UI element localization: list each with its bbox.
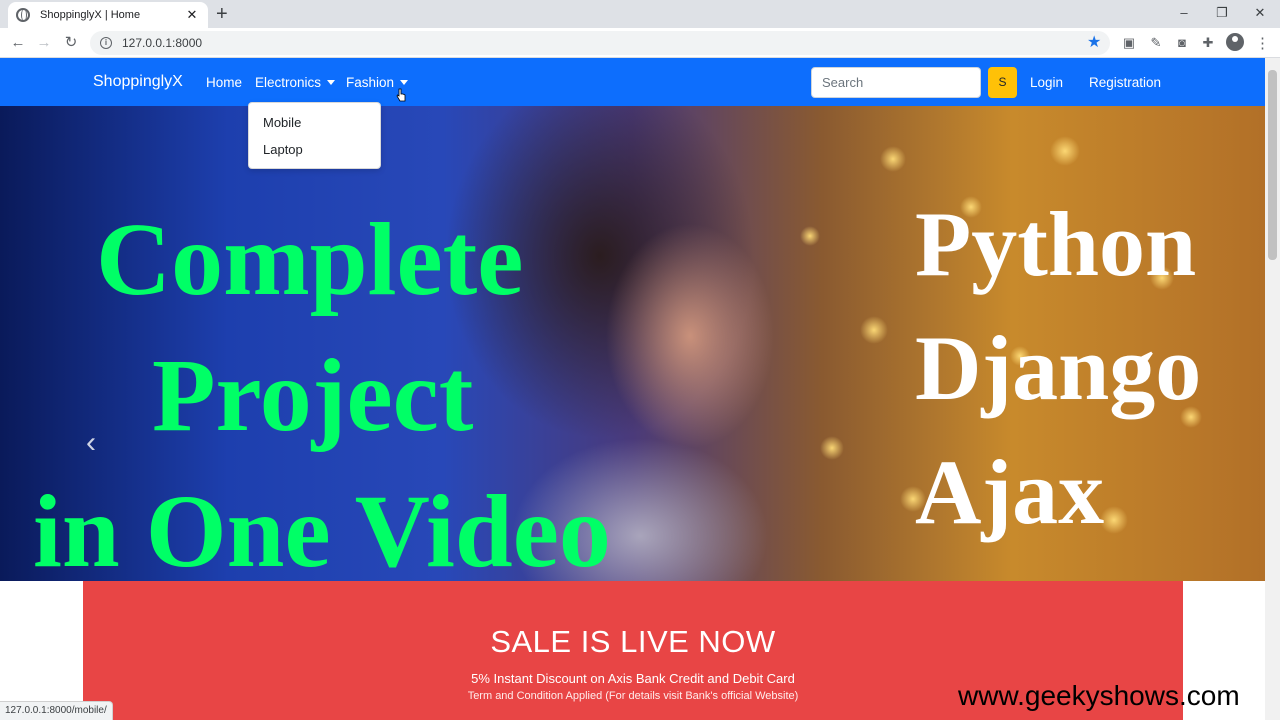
nav-home[interactable]: Home bbox=[206, 75, 242, 90]
tab-close-icon[interactable]: ✕ bbox=[184, 7, 200, 23]
electronics-dropdown-menu: Mobile Laptop bbox=[248, 102, 381, 169]
caret-down-icon bbox=[400, 80, 409, 85]
bokeh-light bbox=[1100, 506, 1128, 534]
bookmark-star-icon[interactable]: ★ bbox=[1087, 32, 1101, 52]
overlay-line-python: Python bbox=[915, 193, 1197, 295]
bokeh-light bbox=[1050, 136, 1080, 166]
camera-icon[interactable]: ◙ bbox=[1173, 34, 1191, 52]
carousel-prev-icon[interactable]: ‹ bbox=[86, 426, 96, 460]
dropdown-item-mobile[interactable]: Mobile bbox=[263, 115, 301, 130]
overlay-line-ajax: Ajax bbox=[915, 441, 1105, 543]
search-button[interactable]: S bbox=[988, 67, 1017, 98]
address-url: 127.0.0.1:8000 bbox=[122, 36, 203, 50]
overlay-line-in-one-video: in One Video bbox=[33, 474, 611, 582]
hand-cursor-icon bbox=[396, 88, 406, 102]
brand-logo[interactable]: ShoppinglyX bbox=[93, 73, 183, 91]
globe-icon bbox=[16, 8, 30, 22]
extension-icon[interactable]: ▣ bbox=[1120, 34, 1138, 52]
nav-electronics-label: Electronics bbox=[255, 75, 322, 90]
address-bar[interactable]: i 127.0.0.1:8000 bbox=[90, 31, 1110, 55]
scrollbar-thumb[interactable] bbox=[1268, 70, 1277, 260]
browser-tab[interactable]: ShoppinglyX | Home ✕ bbox=[8, 2, 208, 28]
nav-fashion-label: Fashion bbox=[346, 75, 395, 90]
extension-pen-icon[interactable]: ✎ bbox=[1147, 34, 1165, 52]
nav-login[interactable]: Login bbox=[1030, 75, 1063, 90]
info-icon[interactable]: i bbox=[100, 37, 112, 49]
status-bar-url: 127.0.0.1:8000/mobile/ bbox=[0, 701, 113, 720]
site-navbar: ShoppinglyX Home Electronics Fashion S L… bbox=[0, 58, 1265, 106]
puzzle-icon[interactable]: ✚ bbox=[1199, 34, 1217, 52]
new-tab-button[interactable]: + bbox=[216, 3, 228, 25]
nav-registration[interactable]: Registration bbox=[1089, 75, 1161, 90]
bokeh-light bbox=[880, 146, 906, 172]
overlay-line-complete: Complete bbox=[96, 202, 524, 317]
hero-carousel: ‹ Complete Project in One Video Python D… bbox=[0, 106, 1265, 581]
dropdown-item-laptop[interactable]: Laptop bbox=[263, 142, 303, 157]
bokeh-light bbox=[800, 226, 820, 246]
sale-title: SALE IS LIVE NOW bbox=[490, 624, 776, 659]
watermark: www.geekyshows.com bbox=[958, 680, 1240, 711]
overlay-line-project: Project bbox=[152, 338, 474, 453]
menu-kebab-icon[interactable]: ⋮ bbox=[1255, 34, 1270, 52]
caret-down-icon bbox=[327, 80, 336, 85]
overlay-line-django: Django bbox=[915, 317, 1202, 419]
tab-title: ShoppinglyX | Home bbox=[40, 9, 141, 21]
window-close-button[interactable]: ✕ bbox=[1242, 2, 1278, 24]
maximize-button[interactable]: ❐ bbox=[1204, 2, 1240, 24]
tab-strip: ShoppinglyX | Home ✕ + – ❐ ✕ bbox=[0, 0, 1280, 28]
minimize-button[interactable]: – bbox=[1166, 2, 1202, 24]
bokeh-light bbox=[820, 436, 844, 460]
profile-avatar-icon[interactable] bbox=[1226, 33, 1244, 51]
back-arrow-icon[interactable]: ← bbox=[7, 32, 29, 54]
search-input[interactable] bbox=[811, 67, 981, 98]
toolbar: ← → ↻ i 127.0.0.1:8000 ★ ▣ ✎ ◙ ✚ ⋮ bbox=[0, 28, 1280, 58]
bokeh-light bbox=[860, 316, 888, 344]
reload-icon[interactable]: ↻ bbox=[60, 32, 82, 54]
forward-arrow-icon[interactable]: → bbox=[33, 32, 55, 54]
nav-electronics[interactable]: Electronics bbox=[255, 75, 336, 90]
